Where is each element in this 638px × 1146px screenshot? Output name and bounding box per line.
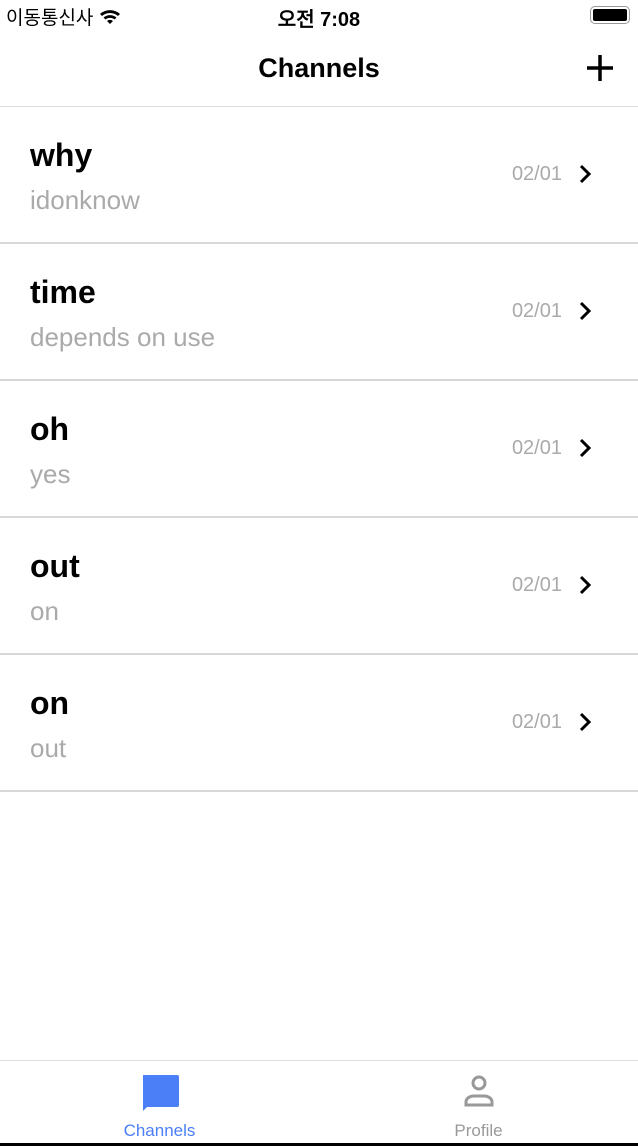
tab-profile-label: Profile (454, 1121, 503, 1140)
channel-date: 02/01 (511, 437, 562, 459)
channel-name: oh (30, 411, 70, 447)
channel-last-message: depends on use (30, 322, 216, 352)
add-channel-button[interactable] (584, 52, 616, 84)
channel-name: time (30, 274, 96, 310)
page-title: Channels (258, 53, 380, 83)
tab-bar: Channels Profile (0, 1060, 638, 1143)
chat-bubble-icon (142, 1075, 179, 1111)
chevron-right-icon (579, 301, 592, 321)
channel-date: 02/01 (511, 163, 562, 185)
channel-name: on (30, 685, 70, 721)
chevron-right-icon (579, 712, 592, 732)
battery-icon (590, 6, 630, 24)
status-bar: 이동통신사 오전 7:08 (0, 0, 638, 31)
channel-row[interactable]: on out 02/01 (0, 655, 638, 792)
channel-name: why (30, 137, 93, 173)
channel-name: out (30, 548, 80, 584)
channel-date: 02/01 (511, 574, 562, 596)
tab-profile[interactable]: Profile (319, 1061, 638, 1144)
nav-bar: Channels (0, 30, 638, 107)
tab-channels[interactable]: Channels (0, 1061, 319, 1144)
channel-last-message: out (30, 733, 67, 763)
channel-row[interactable]: oh yes 02/01 (0, 381, 638, 518)
channel-last-message: on (30, 596, 59, 626)
chevron-right-icon (579, 438, 592, 458)
clock: 오전 7:08 (277, 9, 361, 31)
channel-row[interactable]: why idonknow 02/01 (0, 107, 638, 244)
person-icon (464, 1075, 493, 1107)
channel-row[interactable]: time depends on use 02/01 (0, 244, 638, 381)
chevron-right-icon (579, 575, 592, 595)
channel-date: 02/01 (511, 300, 562, 322)
channel-last-message: yes (30, 459, 71, 489)
channel-row[interactable]: out on 02/01 (0, 518, 638, 655)
chevron-right-icon (579, 164, 592, 184)
channel-date: 02/01 (511, 711, 562, 733)
tab-channels-label: Channels (123, 1121, 196, 1140)
channel-last-message: idonknow (30, 185, 140, 215)
